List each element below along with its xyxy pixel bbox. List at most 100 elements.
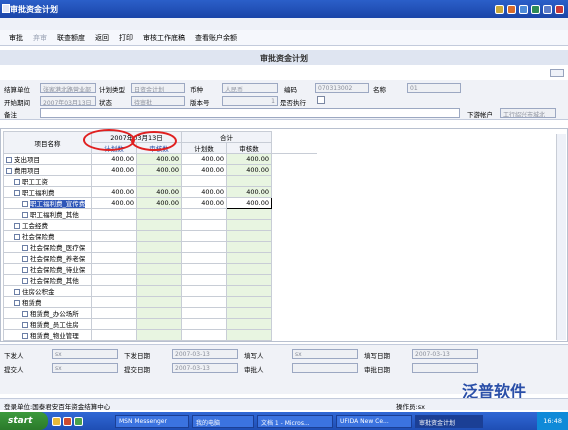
total-plan-cell[interactable] xyxy=(181,274,227,286)
account-field[interactable]: 工行绍兴市城北 xyxy=(500,108,556,118)
audit-draft-button[interactable]: 审核工作底稿 xyxy=(138,33,190,43)
media-icon[interactable] xyxy=(63,416,72,426)
row-name-cell[interactable]: 职工福利费 xyxy=(3,186,92,198)
refresh-icon[interactable] xyxy=(519,4,528,14)
tree-node-icon[interactable] xyxy=(14,234,20,240)
desktop-icon[interactable] xyxy=(74,416,83,426)
approve-cell[interactable] xyxy=(136,263,182,275)
total-approve-cell[interactable] xyxy=(226,219,272,231)
table-row[interactable]: 社会保险费 xyxy=(3,230,317,242)
remark-field[interactable] xyxy=(40,108,460,118)
settings-icon[interactable] xyxy=(543,4,552,14)
name-field[interactable]: 01 xyxy=(407,83,461,93)
total-plan-cell[interactable] xyxy=(181,230,227,242)
back-button[interactable]: 返回 xyxy=(90,33,114,43)
tree-node-icon[interactable] xyxy=(22,278,28,284)
approve-cell[interactable] xyxy=(136,285,182,297)
table-row[interactable]: 租赁费_办公场所 xyxy=(3,307,317,319)
table-row[interactable]: 职工福利费_宣传费 400.00 400.00 400.00 400.00 xyxy=(3,197,317,209)
query-quota-button[interactable]: 联查额度 xyxy=(52,33,90,43)
total-plan-cell[interactable]: 400.00 xyxy=(181,197,227,209)
total-approve-cell[interactable] xyxy=(226,274,272,286)
tree-node-icon[interactable] xyxy=(22,311,28,317)
version-field[interactable]: 1 xyxy=(222,96,278,106)
table-row[interactable]: 社会保险费_其他 xyxy=(3,274,317,286)
total-plan-cell[interactable] xyxy=(181,307,227,319)
tree-node-icon[interactable] xyxy=(22,256,28,262)
collapse-icon[interactable] xyxy=(550,69,564,77)
total-approve-cell[interactable]: 400.00 xyxy=(226,164,272,176)
row-name-cell[interactable]: 社会保险费_待业保 xyxy=(3,263,92,275)
row-name-cell[interactable]: 费用项目 xyxy=(3,164,92,176)
writer-field[interactable]: sx xyxy=(292,349,358,359)
total-approve-cell[interactable] xyxy=(226,296,272,308)
tree-node-icon[interactable] xyxy=(22,212,28,218)
approve-cell[interactable]: 400.00 xyxy=(136,186,182,198)
tree-node-icon[interactable] xyxy=(22,322,28,328)
table-row[interactable]: 职工工资 xyxy=(3,175,317,187)
total-approve-cell[interactable] xyxy=(226,208,272,220)
submitter-field[interactable]: sx xyxy=(52,363,118,373)
submit-date-field[interactable]: 2007-03-13 xyxy=(172,363,238,373)
tree-node-icon[interactable] xyxy=(14,179,20,185)
row-name-cell[interactable]: 社会保险费_养老保 xyxy=(3,252,92,264)
total-approve-cell[interactable] xyxy=(226,230,272,242)
plan-cell[interactable] xyxy=(91,175,137,187)
write-date-field[interactable]: 2007-03-13 xyxy=(412,349,478,359)
tree-node-icon[interactable] xyxy=(14,223,20,229)
row-name-cell[interactable]: 租赁费_员工住房 xyxy=(3,318,92,330)
approve-cell[interactable] xyxy=(136,230,182,242)
task-mycomputer[interactable]: 我的电脑 xyxy=(192,414,254,428)
total-plan-cell[interactable]: 400.00 xyxy=(181,164,227,176)
total-approve-cell[interactable]: 400.00 xyxy=(226,197,272,209)
approve-button[interactable]: 审批 xyxy=(4,33,28,43)
tree-node-icon[interactable] xyxy=(14,190,20,196)
approve-cell[interactable] xyxy=(136,252,182,264)
total-plan-cell[interactable] xyxy=(181,285,227,297)
total-plan-cell[interactable] xyxy=(181,241,227,253)
approve-date-field[interactable] xyxy=(412,363,478,373)
total-plan-cell[interactable] xyxy=(181,263,227,275)
account-balance-button[interactable]: 查看账户余额 xyxy=(190,33,242,43)
total-approve-cell[interactable] xyxy=(226,329,272,341)
row-name-cell[interactable]: 职工工资 xyxy=(3,175,92,187)
plan-cell[interactable] xyxy=(91,329,137,341)
plan-cell[interactable] xyxy=(91,252,137,264)
row-name-cell[interactable]: 租赁费_物业管理 xyxy=(3,329,92,341)
approve-cell[interactable] xyxy=(136,318,182,330)
home-icon[interactable] xyxy=(507,4,516,14)
row-name-cell[interactable]: 职工福利费_宣传费 xyxy=(3,197,92,209)
task-word[interactable]: 文档 1 - Micros... xyxy=(257,414,333,428)
task-ufida[interactable]: UFIDA New Ce... xyxy=(336,414,412,428)
total-approve-cell[interactable]: 400.00 xyxy=(226,153,272,165)
total-plan-cell[interactable] xyxy=(181,252,227,264)
total-approve-cell[interactable] xyxy=(226,175,272,187)
plan-cell[interactable] xyxy=(91,219,137,231)
exec-checkbox[interactable] xyxy=(317,96,325,104)
row-name-cell[interactable]: 社会保险费_医疗保 xyxy=(3,241,92,253)
vertical-scrollbar[interactable] xyxy=(556,134,566,340)
tree-node-icon[interactable] xyxy=(6,168,12,174)
tree-node-icon[interactable] xyxy=(22,333,28,339)
table-row[interactable]: 租赁费_员工住房 xyxy=(3,318,317,330)
table-row[interactable]: 租赁费 xyxy=(3,296,317,308)
tree-node-icon[interactable] xyxy=(6,157,12,163)
total-plan-cell[interactable] xyxy=(181,296,227,308)
approve-cell[interactable] xyxy=(136,208,182,220)
tree-node-icon[interactable] xyxy=(14,289,20,295)
approver-field[interactable] xyxy=(292,363,358,373)
close-icon[interactable] xyxy=(555,4,564,14)
total-approve-cell[interactable] xyxy=(226,285,272,297)
code-field[interactable]: 070313002 xyxy=(315,83,369,93)
row-name-cell[interactable]: 租赁费 xyxy=(3,296,92,308)
table-row[interactable]: 租赁费_物业管理 xyxy=(3,329,317,341)
issuer-field[interactable]: sx xyxy=(52,349,118,359)
tree-node-icon[interactable] xyxy=(22,201,28,207)
table-row[interactable]: 职工福利费 400.00 400.00 400.00 400.00 xyxy=(3,186,317,198)
approve-cell[interactable]: 400.00 xyxy=(136,164,182,176)
table-row[interactable]: 社会保险费_医疗保 xyxy=(3,241,317,253)
help-icon[interactable] xyxy=(495,4,504,14)
tree-node-icon[interactable] xyxy=(22,267,28,273)
total-approve-cell[interactable] xyxy=(226,263,272,275)
approve-cell[interactable] xyxy=(136,296,182,308)
